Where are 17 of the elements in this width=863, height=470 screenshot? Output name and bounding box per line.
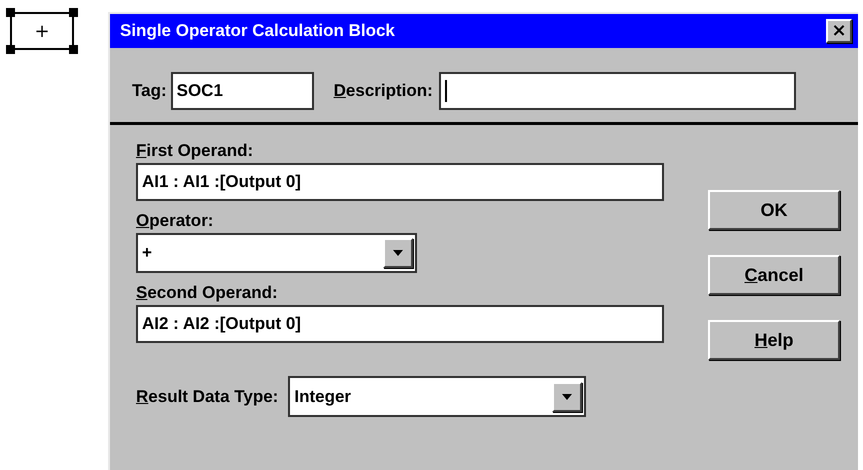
dialog-button[interactable]: Help (708, 320, 840, 360)
input-field[interactable]: AI1 : AI1 :[Output 0] (136, 163, 664, 201)
field-label: Second Operand: (136, 283, 279, 303)
dropdown[interactable]: + (136, 233, 417, 273)
field-label: Tag: (132, 81, 167, 101)
close-button[interactable]: × (826, 19, 852, 43)
input-field[interactable] (438, 72, 796, 110)
dialog-button[interactable]: OK (708, 190, 840, 230)
field-label: First Operand: (136, 141, 254, 161)
field-label: Result Data Type: (136, 386, 278, 406)
input-field[interactable]: AI2 : AI2 :[Output 0] (136, 305, 664, 343)
dropdown[interactable]: Integer (288, 376, 586, 417)
field-label: Description: (334, 81, 433, 101)
input-field[interactable]: SOC1 (170, 72, 314, 110)
dialog-button[interactable]: Cancel (708, 255, 840, 295)
field-label: Operator: (136, 211, 214, 231)
window-title: Single Operator Calculation Block (120, 21, 395, 41)
